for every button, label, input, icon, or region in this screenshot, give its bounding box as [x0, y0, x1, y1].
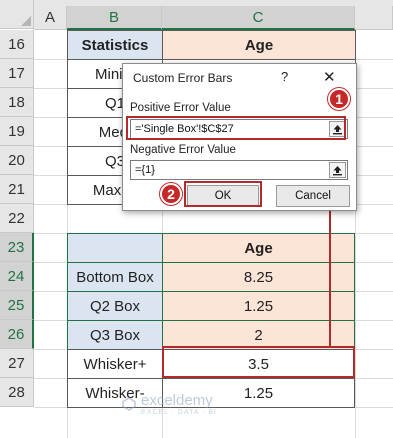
watermark-name: exceldemy	[141, 392, 213, 409]
negative-error-field[interactable]: ={1}	[130, 160, 348, 180]
dialog-title: Custom Error Bars	[133, 71, 233, 85]
watermark-subtitle: EXCEL · DATA · BI	[141, 409, 217, 416]
close-icon[interactable]: ✕	[323, 68, 336, 86]
negative-error-value: ={1}	[135, 164, 155, 176]
negative-error-label: Negative Error Value	[130, 144, 236, 156]
watermark: exceldemy EXCEL · DATA · BI	[122, 392, 217, 416]
highlight-positive-field	[126, 116, 346, 140]
step-badge-1: 1	[328, 88, 350, 110]
upload-arrow-icon	[333, 165, 342, 175]
help-icon[interactable]: ?	[281, 69, 288, 84]
cancel-button[interactable]: Cancel	[276, 185, 350, 207]
step-badge-2: 2	[160, 183, 182, 205]
positive-error-label: Positive Error Value	[130, 102, 231, 114]
spreadsheet: A B C 16 17 18 19 20 21 22 23 24 25 26 2…	[0, 0, 393, 438]
collapse-dialog-button[interactable]	[329, 162, 346, 178]
exceldemy-logo-icon	[122, 397, 136, 411]
highlight-ok-button	[184, 181, 262, 207]
